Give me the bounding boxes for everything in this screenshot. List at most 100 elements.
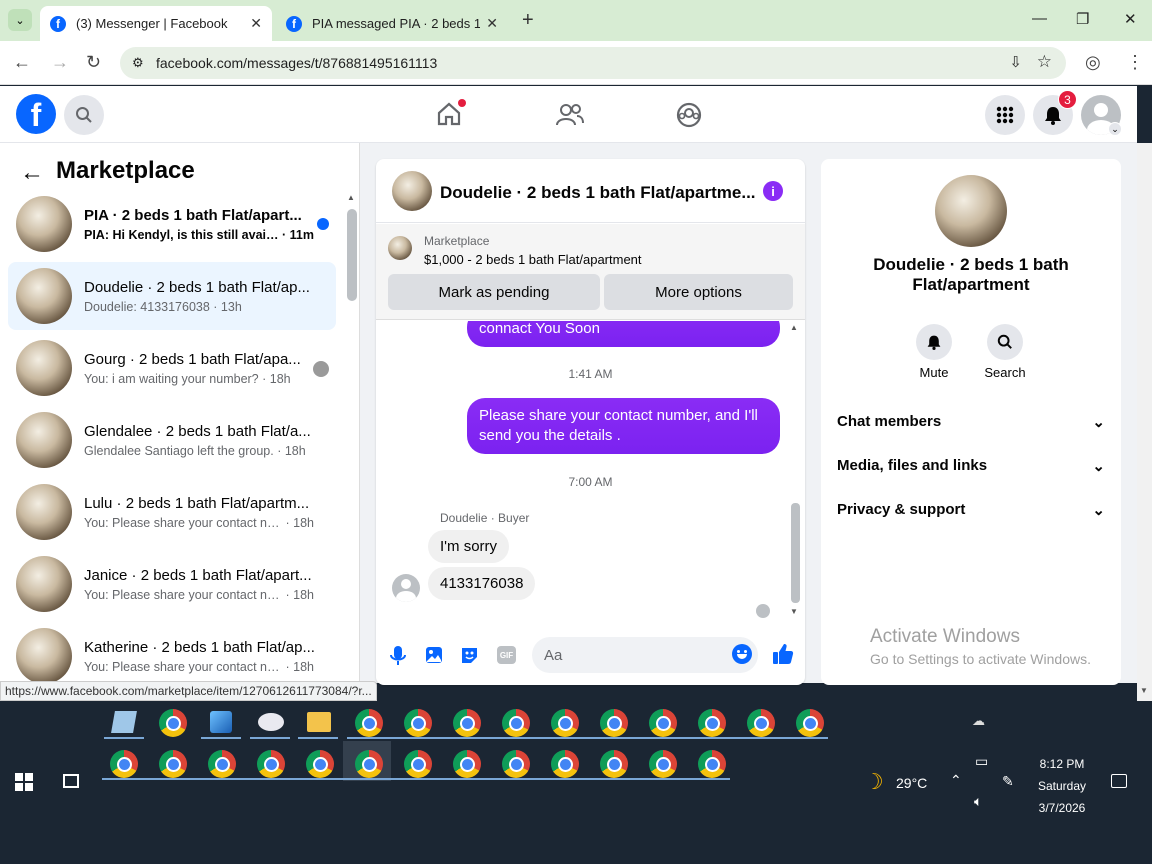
chat-title[interactable]: Doudelie · 2 beds 1 bath Flat/apartme... <box>440 183 756 203</box>
close-tab-icon[interactable]: ✕ <box>486 15 498 32</box>
windows-start-icon[interactable] <box>15 773 33 791</box>
chrome-profile-icon[interactable] <box>257 750 285 778</box>
search-button[interactable] <box>64 95 104 135</box>
back-icon[interactable]: ← <box>13 52 31 73</box>
sticker-icon[interactable] <box>460 646 479 664</box>
privacy-support-section[interactable]: Privacy & support ⌄ <box>837 501 1105 519</box>
conversation-item[interactable]: Lulu · 2 beds 1 bath Flat/apartm... You:… <box>8 478 336 546</box>
message-input[interactable]: Aa <box>532 637 758 673</box>
groups-nav-button[interactable] <box>676 102 702 133</box>
tab-search-icon[interactable]: ⌄ <box>8 9 32 31</box>
chrome-profile-icon[interactable] <box>208 750 236 778</box>
tab-messenger[interactable]: f (3) Messenger | Facebook ✕ <box>40 6 272 41</box>
conversation-item[interactable]: Katherine · 2 beds 1 bath Flat/ap... You… <box>8 622 336 683</box>
forward-icon[interactable]: → <box>51 52 69 73</box>
scroll-down-icon[interactable]: ▼ <box>790 607 798 616</box>
menu-button[interactable] <box>985 95 1025 135</box>
chrome-profile-icon[interactable] <box>502 750 530 778</box>
close-tab-icon[interactable]: ✕ <box>250 15 262 32</box>
back-arrow-icon[interactable]: ← <box>20 159 44 187</box>
chevron-down-icon[interactable]: ⌄ <box>1108 122 1122 136</box>
chat-avatar[interactable] <box>392 171 432 211</box>
pen-icon[interactable]: ✎ <box>1002 773 1014 790</box>
notification-center-icon[interactable] <box>1111 774 1127 788</box>
scroll-down-icon[interactable]: ▼ <box>1140 686 1148 695</box>
sidebar-scrollbar[interactable] <box>347 209 357 301</box>
network-warning-icon[interactable]: ☁ <box>972 713 985 729</box>
chrome-profile-icon[interactable] <box>453 709 481 737</box>
info-icon[interactable]: i <box>763 181 783 201</box>
chrome-profile-icon[interactable] <box>551 750 579 778</box>
listing-price-title[interactable]: $1,000 - 2 beds 1 bath Flat/apartment <box>424 252 642 267</box>
chrome-profile-icon[interactable] <box>159 750 187 778</box>
mute-button[interactable] <box>916 324 952 360</box>
tab-pia-message[interactable]: f PIA messaged PIA · 2 beds 1 ba ✕ <box>276 6 508 41</box>
photos-app-icon[interactable] <box>210 711 232 733</box>
task-view-icon[interactable] <box>63 774 79 788</box>
close-window-icon[interactable]: ✕ <box>1124 10 1137 28</box>
home-nav-button[interactable] <box>436 99 466 132</box>
reload-icon[interactable]: ↻ <box>86 52 101 73</box>
gif-icon[interactable]: GIF <box>497 646 516 664</box>
more-options-button[interactable]: More options <box>604 274 793 310</box>
photo-icon[interactable] <box>425 646 443 664</box>
file-explorer-icon[interactable] <box>307 712 331 732</box>
chrome-profile-icon[interactable] <box>649 709 677 737</box>
minimize-icon[interactable]: — <box>1032 10 1047 27</box>
chrome-profile-icon[interactable] <box>649 750 677 778</box>
chrome-profile-icon[interactable] <box>355 750 383 778</box>
chrome-profile-icon[interactable] <box>404 750 432 778</box>
chrome-profile-icon[interactable] <box>306 750 334 778</box>
media-files-links-section[interactable]: Media, files and links ⌄ <box>837 457 1105 475</box>
show-hidden-icons-chevron-icon[interactable]: ⌃ <box>950 772 962 789</box>
install-app-icon[interactable]: ⇩ <box>1009 53 1022 71</box>
search-conversation-button[interactable] <box>987 324 1023 360</box>
sender-avatar[interactable] <box>392 574 420 602</box>
microphone-icon[interactable] <box>390 646 406 666</box>
chrome-profile-icon[interactable] <box>110 750 138 778</box>
chrome-profile-icon[interactable] <box>404 709 432 737</box>
chrome-profile-icon[interactable] <box>600 750 628 778</box>
mark-as-pending-button[interactable]: Mark as pending <box>388 274 600 310</box>
chrome-profile-icon[interactable] <box>453 750 481 778</box>
chrome-profile-icon[interactable] <box>698 709 726 737</box>
thread-scrollbar[interactable] <box>791 503 800 603</box>
browser-menu-icon[interactable]: ⋮ <box>1126 52 1144 73</box>
notepad-app-icon[interactable] <box>111 711 137 733</box>
chat-info-avatar[interactable] <box>935 175 1007 247</box>
weather-temperature[interactable]: 29°C <box>896 775 927 791</box>
chat-members-section[interactable]: Chat members ⌄ <box>837 413 1105 431</box>
friends-nav-button[interactable] <box>556 102 584 133</box>
new-tab-icon[interactable]: + <box>522 9 534 32</box>
chrome-profile-icon[interactable] <box>698 750 726 778</box>
conversation-item[interactable]: Janice · 2 beds 1 bath Flat/apart... You… <box>8 550 336 618</box>
chrome-app-icon[interactable] <box>159 709 187 737</box>
emoji-icon[interactable] <box>732 644 752 664</box>
conversation-item[interactable]: PIA · 2 beds 1 bath Flat/apart... PIA: H… <box>8 190 336 258</box>
bookmark-star-icon[interactable]: ☆ <box>1037 52 1052 72</box>
thumbs-up-icon[interactable] <box>772 643 794 665</box>
profile-icon[interactable]: ◎ <box>1085 52 1101 73</box>
scroll-up-icon[interactable]: ▲ <box>347 193 355 202</box>
scroll-up-icon[interactable]: ▲ <box>790 323 798 332</box>
chrome-profile-icon[interactable] <box>600 709 628 737</box>
address-bar[interactable]: ⚙ facebook.com/messages/t/87688149516111… <box>120 47 1066 79</box>
chrome-profile-icon[interactable] <box>355 709 383 737</box>
facebook-logo-icon[interactable]: f <box>16 94 56 134</box>
site-info-icon[interactable]: ⚙ <box>132 55 144 71</box>
snipping-tool-icon[interactable] <box>258 713 284 731</box>
volume-icon[interactable]: 🔈︎ <box>974 793 982 810</box>
clock[interactable]: 8:12 PM Saturday 3/7/2026 <box>1030 753 1094 819</box>
notifications-button[interactable]: 3 <box>1033 90 1077 135</box>
maximize-icon[interactable]: ❐ <box>1076 10 1089 28</box>
chrome-profile-icon[interactable] <box>747 709 775 737</box>
conversation-item[interactable]: Glendalee · 2 beds 1 bath Flat/a... Glen… <box>8 406 336 474</box>
page-scrollbar[interactable] <box>1137 143 1152 701</box>
weather-moon-icon[interactable]: ☽ <box>864 769 884 795</box>
chrome-profile-icon[interactable] <box>551 709 579 737</box>
network-icon[interactable]: ▭ <box>975 753 988 770</box>
conversation-item[interactable]: Gourg · 2 beds 1 bath Flat/apa... You: i… <box>8 334 336 402</box>
chrome-profile-icon[interactable] <box>796 709 824 737</box>
conversation-item-selected[interactable]: Doudelie · 2 beds 1 bath Flat/ap... Doud… <box>8 262 336 330</box>
chrome-profile-icon[interactable] <box>502 709 530 737</box>
